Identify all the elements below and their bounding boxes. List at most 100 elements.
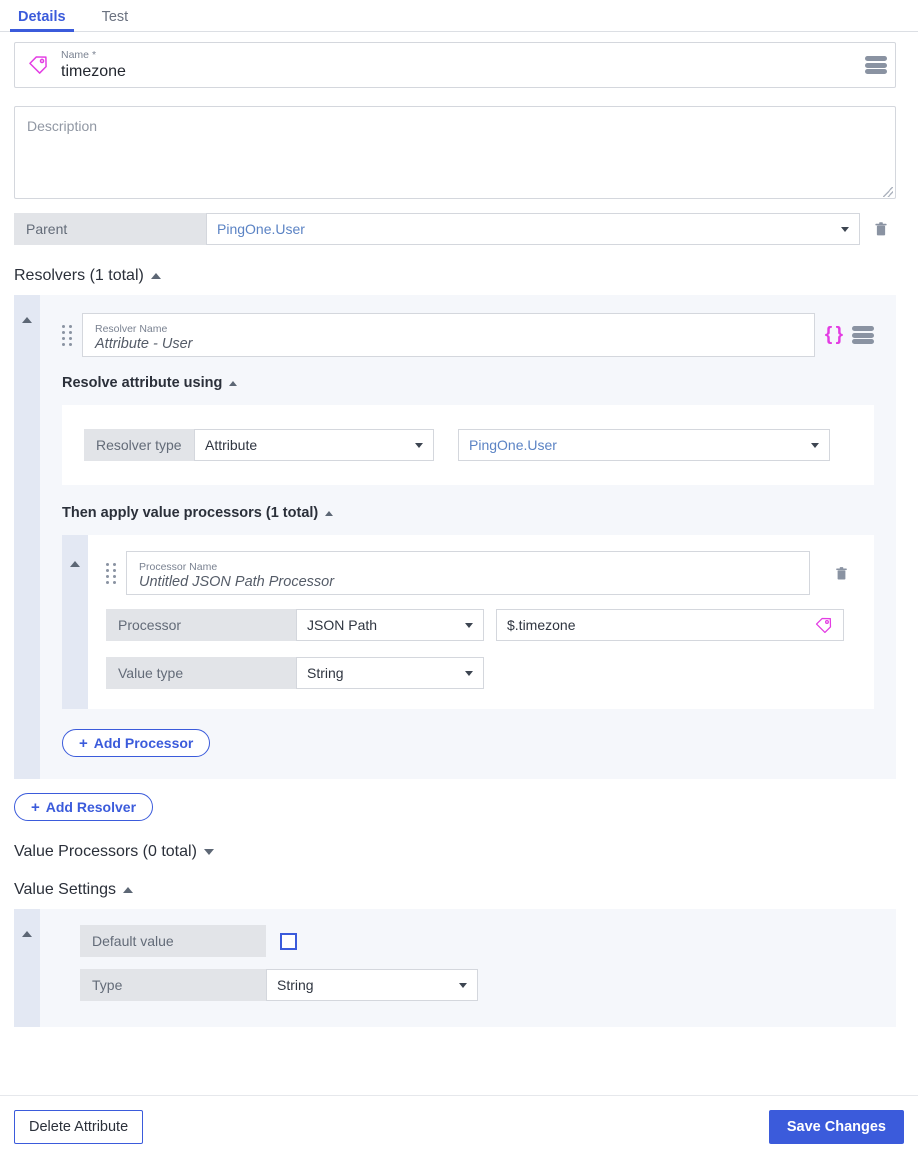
type-select[interactable]: String [266,969,478,1001]
add-resolver-label: Add Resolver [45,799,137,815]
processor-type-value: JSON Path [307,617,378,633]
resolver-body: Resolver Name Attribute - User { } Resol… [40,295,896,779]
add-resolver-row: + Add Resolver [0,779,918,821]
chevron-down-icon [811,442,819,448]
processor-expression-value: $.timezone [507,617,576,633]
processor-delete-button[interactable] [826,565,856,582]
chevron-down-icon [415,442,423,448]
chevron-up-icon [70,561,80,567]
value-settings-heading-text: Value Settings [14,881,116,898]
processor-name-value: Untitled JSON Path Processor [139,573,335,590]
value-settings-collapse-rail[interactable] [14,909,40,1027]
chevron-up-icon [123,887,133,893]
name-field[interactable]: Name * timezone [14,42,896,88]
trash-icon [835,566,847,580]
resolver-name-caption: Resolver Name [95,322,168,335]
resolvers-heading-text: Resolvers (1 total) [14,267,144,284]
value-processors-heading-text: Value Processors (0 total) [14,843,197,860]
chevron-down-icon [465,670,473,676]
value-settings-card: Default value Type String [14,909,896,1027]
value-settings-section-heading[interactable]: Value Settings [0,871,918,909]
name-field-texts: Name * timezone [61,48,865,81]
processor-type-row: Processor JSON Path $.timezone [106,609,856,641]
resolve-attribute-using-heading[interactable]: Resolve attribute using [62,375,874,391]
resolver-type-label: Resolver type [84,429,194,461]
resolve-attribute-using-text: Resolve attribute using [62,375,223,391]
chevron-up-icon [325,510,334,516]
name-field-value: timezone [61,62,126,80]
parent-select-value: PingOne.User [217,221,305,237]
add-resolver-button[interactable]: + Add Resolver [14,793,154,821]
description-placeholder: Description [27,118,98,134]
value-processors-section-heading[interactable]: Value Processors (0 total) [0,821,918,871]
tag-icon [27,54,49,76]
plus-icon: + [79,734,88,752]
resolver-card: Resolver Name Attribute - User { } Resol… [14,295,896,779]
add-processor-button[interactable]: + Add Processor [62,729,211,757]
resolver-type-row: Resolver type Attribute PingOne.User [84,429,852,461]
value-type-value: String [307,665,344,681]
trash-icon [875,222,887,236]
value-processors-subheading-text: Then apply value processors (1 total) [62,505,319,521]
processor-collapse-rail[interactable] [62,535,88,709]
resize-grip-icon[interactable] [883,187,893,197]
resolver-name-value: Attribute - User [95,335,193,352]
value-type-label: Value type [106,657,296,689]
resolver-type-value: Attribute [205,437,258,453]
name-field-label: Name * [61,48,97,61]
resolvers-section-heading[interactable]: Resolvers (1 total) [0,245,918,295]
resolver-name-input[interactable]: Resolver Name Attribute - User [82,313,815,357]
drag-handle-icon[interactable] [106,562,116,584]
default-value-checkbox[interactable] [280,932,297,950]
chevron-up-icon [22,317,32,323]
processor-body: Processor Name Untitled JSON Path Proces… [88,535,874,709]
plus-icon: + [31,798,40,816]
save-changes-button[interactable]: Save Changes [768,1109,904,1144]
tag-icon[interactable] [814,616,833,635]
resolver-source-select[interactable]: PingOne.User [458,429,830,461]
processor-name-row: Processor Name Untitled JSON Path Proces… [106,551,856,595]
processor-name-caption: Processor Name [139,560,218,573]
chevron-up-icon [229,380,238,386]
value-type-select[interactable]: String [296,657,484,689]
chevron-up-icon [150,273,161,279]
processor-type-select[interactable]: JSON Path [296,609,484,641]
tab-test[interactable]: Test [98,9,133,32]
parent-row: Parent PingOne.User [0,199,918,245]
name-field-menu-icon[interactable] [865,56,887,74]
resolver-type-select[interactable]: Attribute [194,429,434,461]
delete-attribute-button[interactable]: Delete Attribute [14,1109,144,1144]
type-select-value: String [277,977,314,993]
processor-card: Processor Name Untitled JSON Path Proces… [62,535,874,709]
description-input[interactable]: Description [14,106,896,199]
resolver-name-row: Resolver Name Attribute - User { } [62,313,874,357]
processor-label: Processor [106,609,296,641]
resolver-source-value: PingOne.User [469,437,557,453]
chevron-down-icon [841,226,849,232]
curly-braces-icon[interactable]: { } [825,324,843,346]
type-row: Type String [80,969,874,1001]
processor-name-input[interactable]: Processor Name Untitled JSON Path Proces… [126,551,810,595]
parent-select[interactable]: PingOne.User [206,213,860,245]
footer-action-bar: Delete Attribute Save Changes [0,1095,918,1157]
drag-handle-icon[interactable] [62,324,72,346]
chevron-down-icon [459,982,467,988]
chevron-down-icon [465,622,473,628]
resolver-collapse-rail[interactable] [14,295,40,779]
description-section: Description [0,88,918,199]
resolver-menu-icon[interactable] [852,326,874,344]
type-label: Type [80,969,266,1001]
add-processor-row: + Add Processor [62,729,874,757]
default-value-label: Default value [80,925,266,957]
name-field-section: Name * timezone [0,32,918,88]
value-type-row: Value type String [106,657,856,689]
tab-details[interactable]: Details [10,9,74,32]
processor-expression-input[interactable]: $.timezone [496,609,844,641]
add-processor-label: Add Processor [93,735,194,751]
parent-label: Parent [14,213,206,245]
chevron-down-icon [203,849,214,855]
value-processors-subheading[interactable]: Then apply value processors (1 total) [62,505,874,521]
tab-bar: Details Test [0,0,918,32]
value-settings-body: Default value Type String [40,909,896,1027]
parent-delete-button[interactable] [866,213,896,245]
